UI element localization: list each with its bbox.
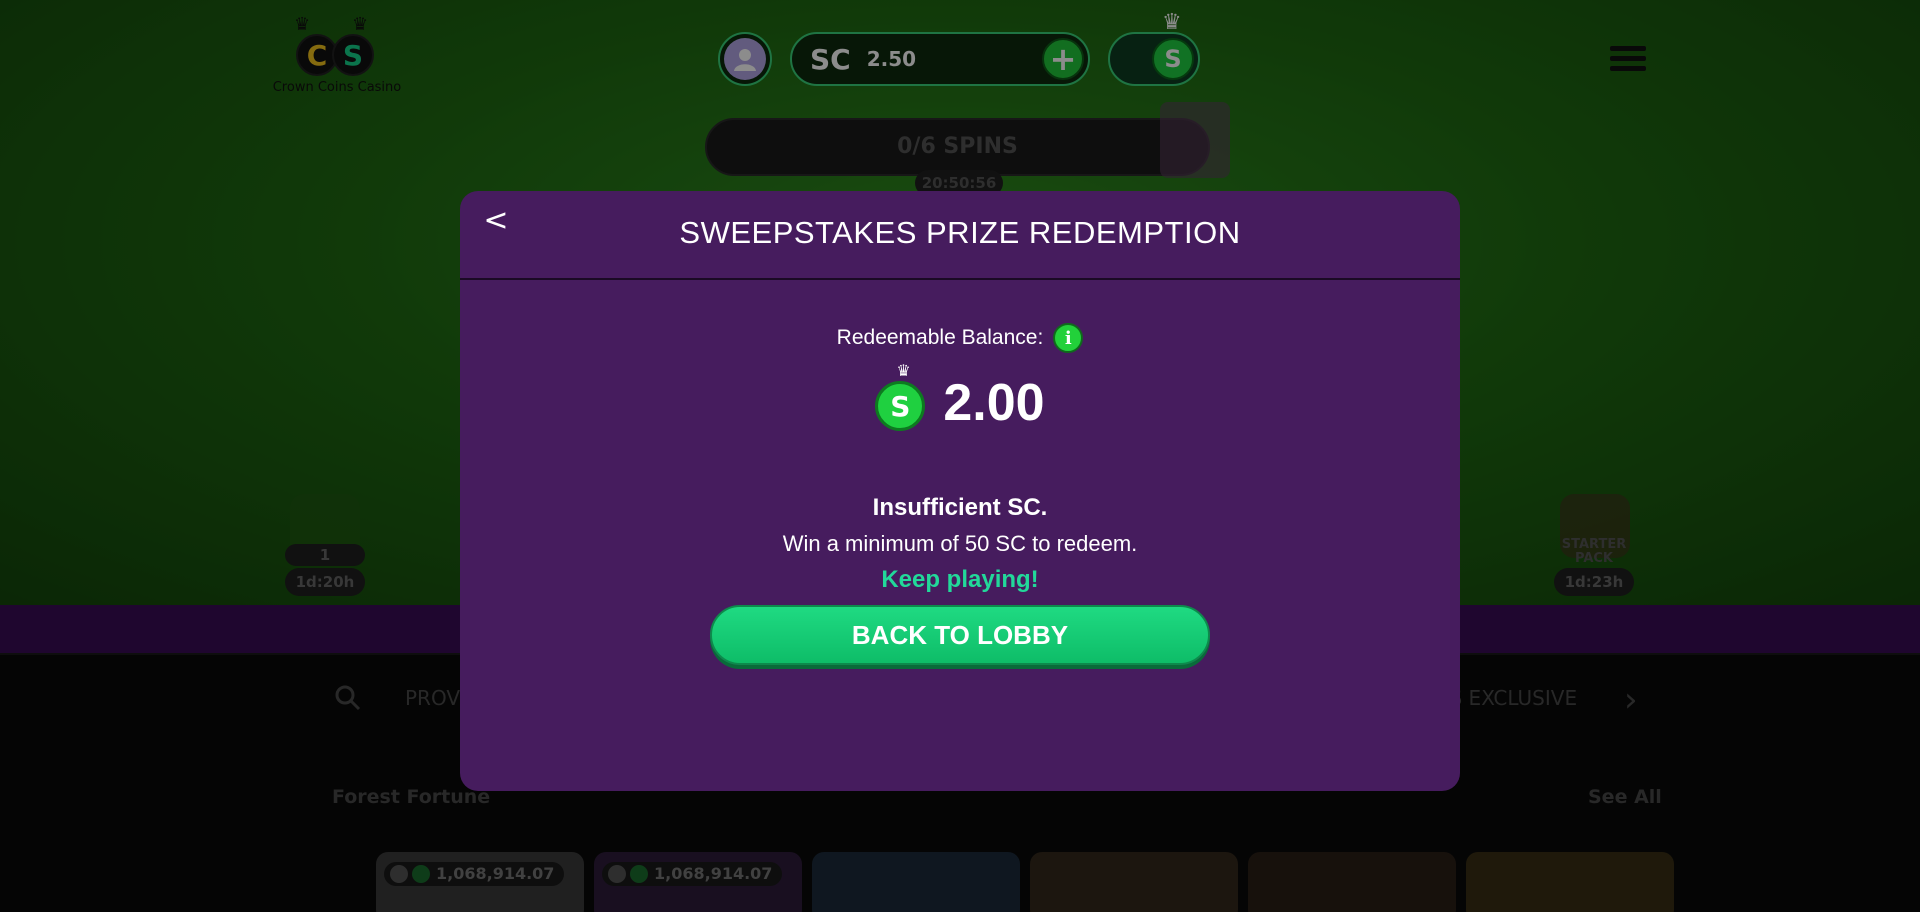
redeemable-balance-label: Redeemable Balance: [836, 326, 1044, 349]
back-to-lobby-button[interactable]: BACK TO LOBBY [710, 605, 1210, 665]
redeemable-balance-row: Redeemable Balance: i [460, 323, 1460, 353]
redeemable-amount: 2.00 [943, 374, 1045, 432]
keep-playing-text: Keep playing! [881, 566, 1039, 593]
info-icon[interactable]: i [1053, 323, 1084, 353]
crown-icon: ♛ [896, 361, 911, 380]
insufficient-message: Insufficient SC. [872, 494, 1048, 521]
modal-header: < SWEEPSTAKES PRIZE REDEMPTION [460, 191, 1460, 280]
modal-title: SWEEPSTAKES PRIZE REDEMPTION [679, 215, 1241, 250]
minimum-requirement-text: Win a minimum of 50 SC to redeem. [782, 531, 1138, 556]
redeemable-amount-row: ♛ S 2.00 [460, 359, 1460, 433]
sc-coin: S [875, 381, 926, 431]
sc-coin-icon: ♛ S [875, 361, 929, 431]
redemption-modal: < SWEEPSTAKES PRIZE REDEMPTION Redeemabl… [460, 191, 1460, 791]
